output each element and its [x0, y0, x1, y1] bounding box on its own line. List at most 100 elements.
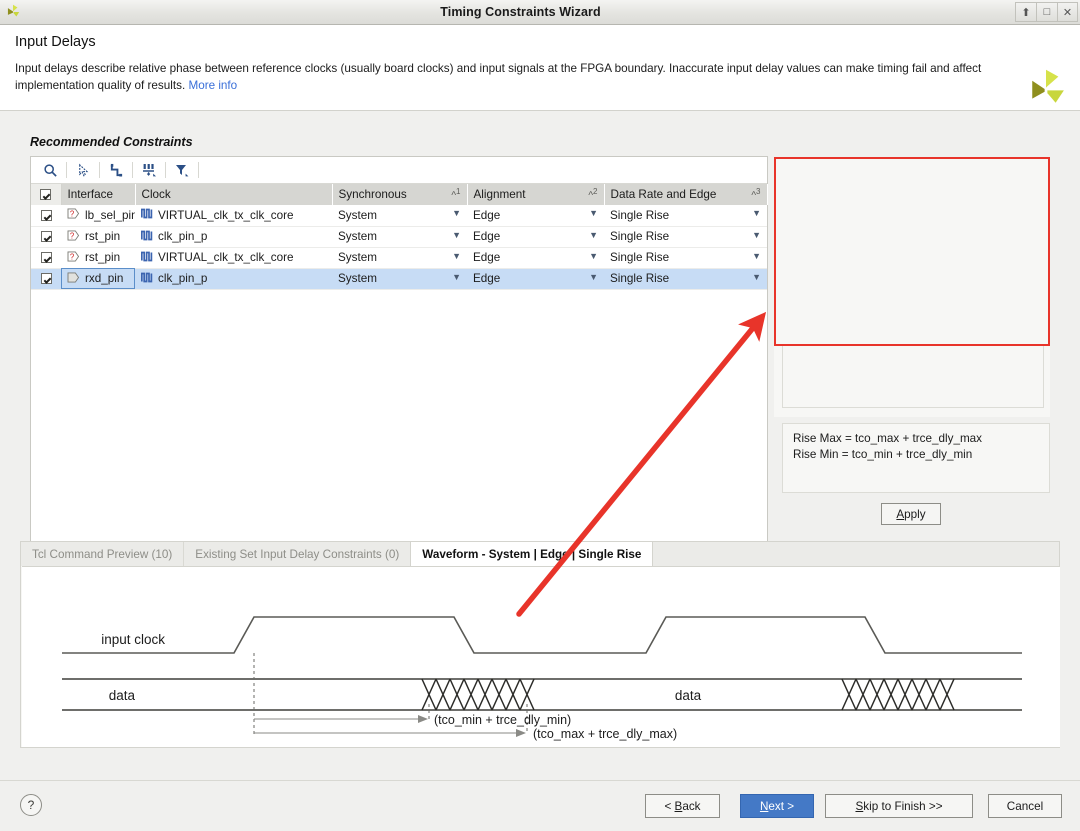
- chevron-down-icon[interactable]: ▼: [589, 209, 598, 218]
- more-info-link[interactable]: More info: [188, 79, 237, 92]
- chevron-down-icon[interactable]: ▼: [452, 209, 461, 218]
- window-controls: ⬆ □ ✕: [1015, 2, 1078, 22]
- cell-alignment[interactable]: Edge ▼: [467, 226, 604, 247]
- cell-data-rate[interactable]: Single Rise▼: [604, 205, 767, 226]
- column-header-synchronous-label: Synchronous: [339, 188, 407, 201]
- cell-clock[interactable]: clk_pin_p: [135, 268, 332, 289]
- row-checkbox-cell[interactable]: [31, 205, 61, 226]
- row-checkbox[interactable]: [41, 273, 52, 284]
- table-row[interactable]: ? rst_pin clk_pin_p System▼: [31, 226, 767, 247]
- auto-fit-columns-icon[interactable]: [103, 159, 129, 181]
- cell-synchronous[interactable]: System ▼: [332, 268, 467, 289]
- skip-button-accel: S: [855, 800, 863, 813]
- page-header: Input Delays Input delays describe relat…: [0, 25, 1080, 111]
- column-header-data-rate[interactable]: Data Rate and Edge ^3: [604, 184, 767, 205]
- svg-text:?: ?: [70, 252, 75, 261]
- cell-alignment[interactable]: Edge ▼: [467, 205, 604, 226]
- column-header-interface[interactable]: Interface: [61, 184, 135, 205]
- table-row[interactable]: ? lb_sel_pin VIRTUAL_clk_tx_clk_core: [31, 205, 767, 226]
- tco-max-measure-arrow: [254, 729, 526, 737]
- apply-button-label: pply: [904, 508, 925, 521]
- clock-name: VIRTUAL_clk_tx_clk_core: [158, 251, 294, 264]
- cell-data-rate[interactable]: Single Rise ▼: [604, 247, 767, 268]
- tab-tcl-command-preview[interactable]: Tcl Command Preview (10): [21, 542, 184, 566]
- page-description: Input delays describe relative phase bet…: [15, 61, 1005, 94]
- row-checkbox[interactable]: [41, 210, 52, 221]
- cell-data-rate[interactable]: Single Rise▼: [604, 226, 767, 247]
- cell-interface[interactable]: ? rst_pin: [61, 226, 135, 247]
- help-button[interactable]: ?: [20, 794, 42, 816]
- synchronous-value: System: [338, 251, 377, 264]
- data-rate-value: Single Rise: [610, 251, 669, 264]
- cell-interface[interactable]: ? rst_pin: [61, 247, 135, 268]
- input-port-icon: [67, 272, 80, 286]
- next-button[interactable]: Next >: [740, 794, 814, 818]
- tab-waveform[interactable]: Waveform - System | Edge | Single Rise: [410, 542, 653, 566]
- chevron-down-icon[interactable]: ▼: [752, 231, 761, 240]
- next-button-label: ext >: [768, 800, 794, 813]
- table-header-row: Interface Clock Synchronous ^1 Alignment…: [31, 184, 767, 205]
- row-checkbox-cell[interactable]: [31, 226, 61, 247]
- table-row[interactable]: rxd_pin clk_pin_p System▼ Edge▼ Singl: [31, 268, 767, 289]
- bottom-tab-bar: Tcl Command Preview (10) Existing Set In…: [21, 542, 1059, 566]
- cell-interface[interactable]: rxd_pin: [61, 268, 135, 289]
- cell-synchronous[interactable]: System▼: [332, 205, 467, 226]
- chevron-down-icon[interactable]: ▼: [589, 273, 598, 282]
- tab-existing-constraints[interactable]: Existing Set Input Delay Constraints (0): [184, 542, 411, 566]
- search-icon[interactable]: [37, 159, 63, 181]
- table-toolbar: [31, 157, 767, 184]
- chevron-down-icon[interactable]: ▼: [752, 252, 761, 261]
- select-all-header[interactable]: [31, 184, 61, 205]
- toolbar-divider: [132, 162, 133, 178]
- cell-alignment[interactable]: Edge▼: [467, 268, 604, 289]
- apply-button[interactable]: Apply: [881, 503, 941, 525]
- unknown-port-icon: ?: [67, 208, 80, 222]
- chevron-down-icon[interactable]: ▼: [752, 209, 761, 218]
- clock-name: clk_pin_p: [158, 230, 207, 243]
- chevron-down-icon[interactable]: ▼: [752, 273, 761, 282]
- column-header-synchronous[interactable]: Synchronous ^1: [332, 184, 467, 205]
- cell-alignment[interactable]: Edge▼: [467, 247, 604, 268]
- row-checkbox-cell[interactable]: [31, 247, 61, 268]
- skip-to-finish-button[interactable]: Skip to Finish >>: [825, 794, 973, 818]
- row-checkbox-cell[interactable]: [31, 268, 61, 289]
- cell-data-rate[interactable]: Single Rise▼: [604, 268, 767, 289]
- back-button[interactable]: < Back: [645, 794, 720, 818]
- synchronous-value: System: [338, 272, 377, 285]
- row-checkbox[interactable]: [41, 231, 52, 242]
- restore-up-button[interactable]: ⬆: [1015, 2, 1036, 22]
- chevron-down-icon[interactable]: ▼: [589, 252, 598, 261]
- table-row[interactable]: ? rst_pin VIRTUAL_clk_tx_clk_core: [31, 247, 767, 268]
- column-header-clock[interactable]: Clock: [135, 184, 332, 205]
- cell-synchronous[interactable]: System ▼: [332, 247, 467, 268]
- chevron-down-icon[interactable]: ▼: [452, 252, 461, 261]
- page-description-text: Input delays describe relative phase bet…: [15, 62, 981, 92]
- sort-order-1: 1: [456, 187, 460, 196]
- column-header-alignment[interactable]: Alignment ^2: [467, 184, 604, 205]
- chevron-down-icon[interactable]: ▼: [452, 231, 461, 240]
- maximize-button[interactable]: □: [1036, 2, 1057, 22]
- alignment-value: Edge: [473, 209, 500, 222]
- cell-interface[interactable]: ? lb_sel_pin: [61, 205, 135, 226]
- alignment-value: Edge: [473, 230, 500, 243]
- row-checkbox[interactable]: [41, 252, 52, 263]
- close-button[interactable]: ✕: [1057, 2, 1078, 22]
- cancel-button[interactable]: Cancel: [988, 794, 1062, 818]
- chevron-down-icon[interactable]: ▼: [452, 273, 461, 282]
- interface-name: rst_pin: [85, 251, 120, 264]
- cell-clock[interactable]: clk_pin_p: [135, 226, 332, 247]
- formula-info-box: Rise Max = tco_max + trce_dly_max Rise M…: [782, 423, 1050, 493]
- chevron-down-icon[interactable]: ▼: [589, 231, 598, 240]
- clock-name: clk_pin_p: [158, 272, 207, 285]
- cell-clock[interactable]: VIRTUAL_clk_tx_clk_core: [135, 205, 332, 226]
- filter-icon[interactable]: [169, 159, 195, 181]
- toolbar-divider: [165, 162, 166, 178]
- xilinx-pinwheel-icon: [0, 0, 26, 24]
- select-cursor-icon[interactable]: [70, 159, 96, 181]
- tco-min-measure-arrow: [254, 715, 428, 723]
- apply-button-accel: A: [896, 508, 904, 521]
- select-all-checkbox[interactable]: [40, 189, 51, 200]
- cell-clock[interactable]: VIRTUAL_clk_tx_clk_core: [135, 247, 332, 268]
- cell-synchronous[interactable]: System▼: [332, 226, 467, 247]
- collapse-all-icon[interactable]: [136, 159, 162, 181]
